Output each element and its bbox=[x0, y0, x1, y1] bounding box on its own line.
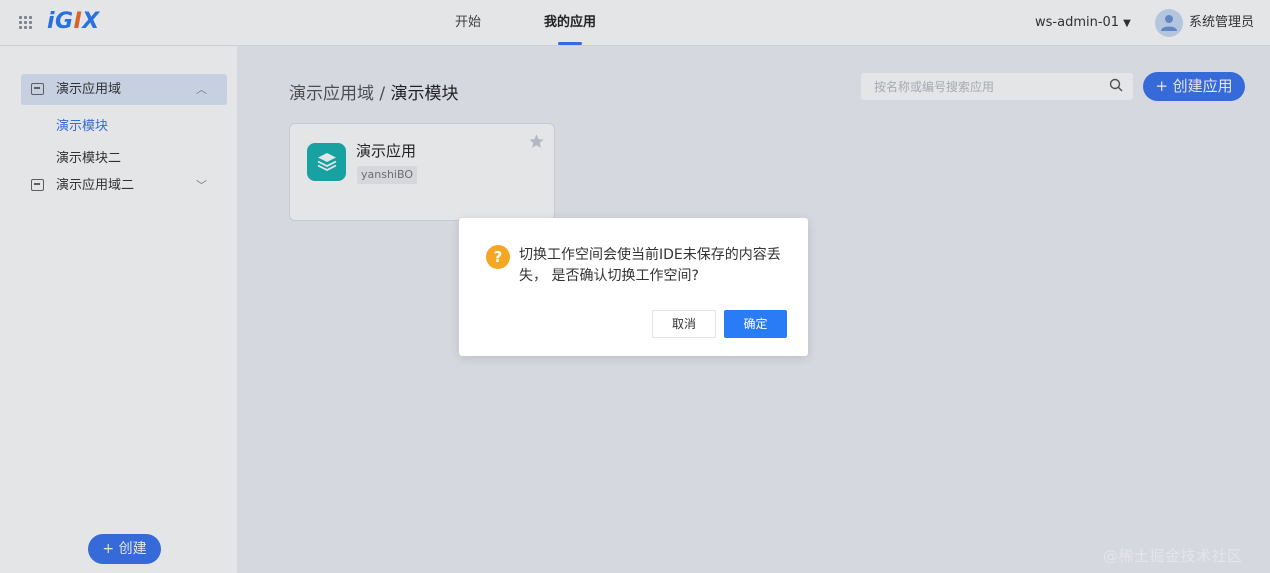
confirm-button[interactable]: 确定 bbox=[724, 310, 787, 338]
dialog-message: 切换工作空间会使当前IDE未保存的内容丢失， 是否确认切换工作空间? bbox=[519, 247, 781, 284]
cancel-button[interactable]: 取消 bbox=[652, 310, 716, 338]
question-icon: ? bbox=[486, 245, 510, 269]
